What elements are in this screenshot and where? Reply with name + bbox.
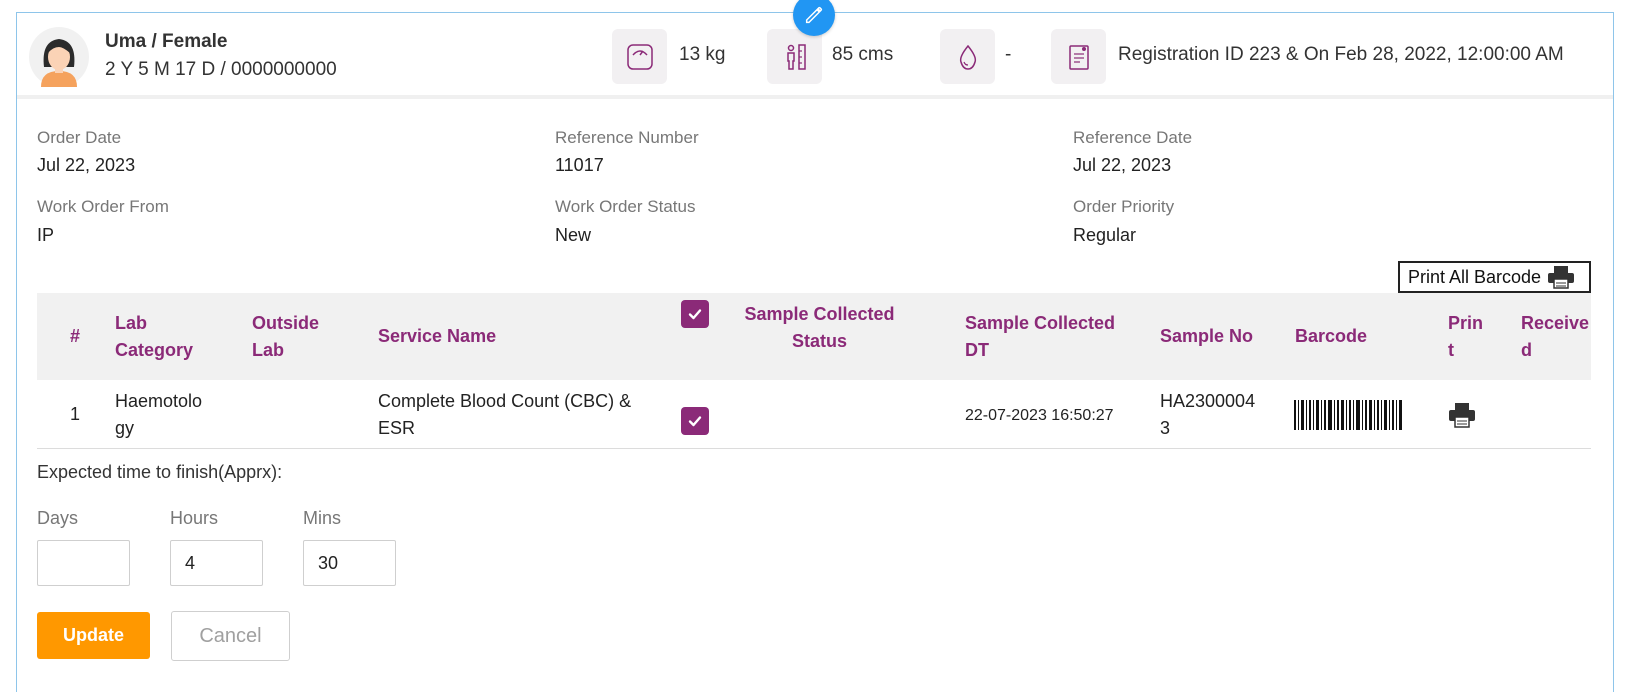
col-lab-category-line2: Category [115,340,194,360]
col-outside-lab-line2: Lab [252,340,285,360]
mins-label: Mins [303,508,342,528]
reference-date-value: Jul 22, 2023 [1073,155,1172,175]
reference-number-value: 11017 [555,155,604,175]
mins-input[interactable] [303,540,396,586]
patient-avatar-icon [29,27,89,87]
document-icon [1068,44,1089,70]
col-sample-status-line2: Status [791,331,847,351]
check-icon [688,416,702,427]
col-sample-status-line1: Sample Collected [744,304,895,324]
work-order-from-label: Work Order From [37,197,169,216]
col-outside-lab: Outside Lab [252,310,319,364]
col-print-line2: t [1448,340,1454,360]
reference-date-label: Reference Date [1073,128,1193,147]
order-date-value: Jul 22, 2023 [37,155,136,175]
height-measure-icon [786,43,806,70]
blood-drop-icon [959,44,976,70]
work-order-from-value: IP [37,225,55,245]
registration-icon-box [1051,29,1106,84]
print-all-barcode-label: Print All Barcode [1408,266,1542,287]
expected-time-label: Expected time to finish(Apprx): [37,462,283,482]
row-service-name-line2: ESR [378,418,416,438]
col-received-line2: d [1521,340,1532,360]
row-sample-no: HA2300004 3 [1160,388,1255,442]
col-barcode: Barcode [1295,326,1368,346]
weight-scale-icon [626,43,653,70]
row-print-icon[interactable] [1448,402,1476,428]
weight-icon-box [612,29,667,84]
col-lab-category-line1: Lab [115,313,148,333]
hours-label: Hours [170,508,219,528]
hours-input[interactable] [170,540,263,586]
row-service-name: Complete Blood Count (CBC) & ESR [378,388,631,442]
print-all-barcode-button[interactable]: Print All Barcode [1398,261,1591,293]
table-row: 1 Haemotolo gy Complete Blood Count (CBC… [37,380,1591,449]
col-sample-dt-line2: DT [965,340,989,360]
col-received-line1: Receive [1521,313,1590,333]
patient-age-mrn: 2 Y 5 M 17 D / 0000000000 [105,59,337,80]
col-received: Receive d [1521,310,1589,364]
blood-group-value: - [1005,44,1012,65]
reference-number-label: Reference Number [555,128,699,147]
col-sample-collected-status: Sample Collected Status [727,301,912,355]
col-print: Prin t [1448,310,1483,364]
col-sample-collected-dt: Sample Collected DT [965,310,1115,364]
col-print-line1: Prin [1448,313,1484,333]
update-button[interactable]: Update [37,612,150,659]
work-order-status-label: Work Order Status [555,197,696,216]
row-sample-no-line2: 3 [1160,418,1171,438]
row-service-name-line1: Complete Blood Count (CBC) & [378,391,632,411]
registration-info: Registration ID 223 & On Feb 28, 2022, 1… [1118,44,1564,65]
days-input[interactable] [37,540,130,586]
col-outside-lab-line1: Outside [252,313,320,333]
height-value: 85 cms [832,44,894,65]
row-sample-no-line1: HA2300004 [1160,391,1256,411]
col-sample-no: Sample No [1160,326,1254,346]
barcode-image [1294,400,1402,430]
row-lab-category: Haemotolo gy [115,388,202,442]
height-icon-box [767,29,822,84]
blood-icon-box [940,29,995,84]
days-label: Days [37,508,79,528]
row-sample-collected-dt: 22-07-2023 16:50:27 [965,407,1114,424]
printer-icon [1548,266,1575,289]
select-all-checkbox[interactable] [681,300,709,328]
check-icon [688,309,702,320]
order-date-label: Order Date [37,128,122,147]
order-priority-value: Regular [1073,225,1137,245]
work-order-status-value: New [555,225,592,245]
table-header: # Lab Category Outside Lab Service Name … [37,293,1591,380]
col-sample-dt-line1: Sample Collected [965,313,1116,333]
cancel-button[interactable]: Cancel [171,611,290,661]
row-lab-category-line1: Haemotolo [115,391,203,411]
patient-name-gender: Uma / Female [105,31,228,52]
weight-value: 13 kg [679,44,726,65]
order-priority-label: Order Priority [1073,197,1175,216]
col-index: # [70,326,81,346]
row-index: 1 [70,404,81,424]
row-lab-category-line2: gy [115,418,135,438]
row-select-checkbox[interactable] [681,407,709,435]
col-service-name: Service Name [378,326,497,346]
col-lab-category: Lab Category [115,310,193,364]
pencil-icon [805,6,823,24]
